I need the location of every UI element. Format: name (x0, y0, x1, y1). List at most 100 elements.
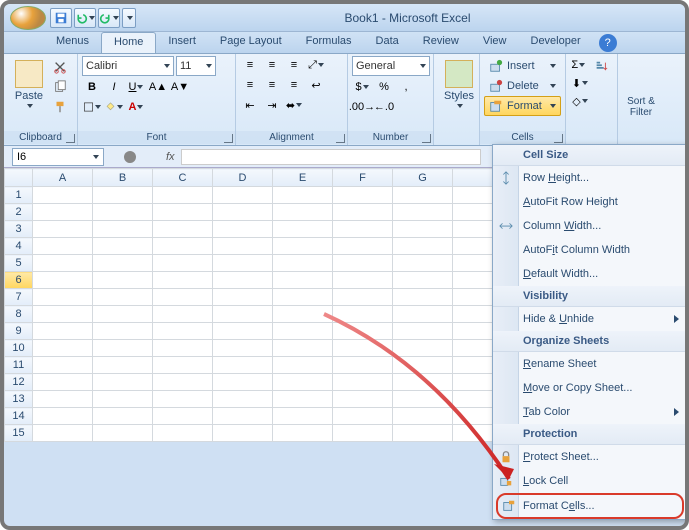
menu-protect-sheet[interactable]: Protect Sheet... (493, 445, 687, 469)
row-header[interactable]: 12 (5, 374, 33, 391)
cell[interactable] (393, 272, 453, 289)
help-icon[interactable]: ? (599, 34, 617, 52)
cell[interactable] (33, 391, 93, 408)
menu-column-width[interactable]: Column Width... (493, 214, 687, 238)
copy-button[interactable] (50, 78, 70, 96)
cell[interactable] (153, 306, 213, 323)
menu-autofit-row[interactable]: AutoFit Row Height (493, 190, 687, 214)
cell[interactable] (33, 255, 93, 272)
cell[interactable] (273, 340, 333, 357)
menu-row-height[interactable]: Row Height... (493, 166, 687, 190)
cell[interactable] (93, 408, 153, 425)
name-box[interactable]: I6 (12, 148, 104, 166)
cell[interactable] (153, 238, 213, 255)
col-header[interactable]: C (153, 169, 213, 187)
underline-button[interactable]: U (126, 78, 146, 96)
office-button[interactable] (10, 6, 46, 30)
merge-button[interactable]: ⬌ (284, 96, 304, 114)
cell[interactable] (213, 374, 273, 391)
row-header[interactable]: 3 (5, 221, 33, 238)
cell[interactable] (153, 289, 213, 306)
menu-format-cells[interactable]: Format Cells... (496, 494, 684, 518)
sort-filter-button[interactable] (589, 56, 613, 74)
cell[interactable] (333, 408, 393, 425)
cell[interactable] (393, 289, 453, 306)
cell[interactable] (93, 289, 153, 306)
cell[interactable] (393, 374, 453, 391)
row-header[interactable]: 11 (5, 357, 33, 374)
cell[interactable] (93, 204, 153, 221)
cell[interactable] (273, 408, 333, 425)
wrap-text-button[interactable]: ↩ (306, 76, 326, 94)
cell[interactable] (33, 272, 93, 289)
cell[interactable] (153, 272, 213, 289)
cell[interactable] (213, 306, 273, 323)
cell[interactable] (333, 323, 393, 340)
cell[interactable] (333, 357, 393, 374)
decrease-font-button[interactable]: A▼ (170, 78, 190, 96)
cell[interactable] (153, 374, 213, 391)
cell[interactable] (393, 204, 453, 221)
cell[interactable] (213, 238, 273, 255)
border-button[interactable] (82, 98, 102, 116)
cell[interactable] (93, 323, 153, 340)
cell[interactable] (153, 204, 213, 221)
cell[interactable] (93, 272, 153, 289)
delete-button[interactable]: Delete (484, 76, 561, 96)
menu-rename-sheet[interactable]: Rename Sheet (493, 352, 687, 376)
italic-button[interactable]: I (104, 78, 124, 96)
cell[interactable] (153, 408, 213, 425)
qat-customize-button[interactable] (122, 8, 136, 28)
cell[interactable] (93, 238, 153, 255)
cell[interactable] (273, 374, 333, 391)
row-header[interactable]: 14 (5, 408, 33, 425)
cell[interactable] (333, 340, 393, 357)
cell[interactable] (33, 425, 93, 442)
cell[interactable] (273, 204, 333, 221)
cell[interactable] (333, 187, 393, 204)
row-header[interactable]: 10 (5, 340, 33, 357)
fill-color-button[interactable] (104, 98, 124, 116)
cell[interactable] (213, 204, 273, 221)
font-family-combo[interactable]: Calibri (82, 56, 174, 76)
cell[interactable] (93, 425, 153, 442)
cell[interactable] (153, 357, 213, 374)
cell[interactable] (393, 306, 453, 323)
cell[interactable] (213, 340, 273, 357)
col-header[interactable]: F (333, 169, 393, 187)
paste-button[interactable]: Paste (8, 56, 50, 116)
cancel-icon[interactable] (124, 151, 136, 163)
cell[interactable] (213, 357, 273, 374)
increase-decimal-button[interactable]: .00→ (352, 98, 372, 116)
cell[interactable] (393, 340, 453, 357)
cell[interactable] (333, 221, 393, 238)
cell[interactable] (273, 357, 333, 374)
cell[interactable] (333, 306, 393, 323)
menu-hide-unhide[interactable]: Hide & Unhide (493, 307, 687, 331)
cell[interactable] (333, 204, 393, 221)
cell[interactable] (333, 374, 393, 391)
cell[interactable] (153, 187, 213, 204)
tab-formulas[interactable]: Formulas (294, 32, 364, 53)
row-header[interactable]: 4 (5, 238, 33, 255)
menu-autofit-col[interactable]: AutoFit Column Width (493, 238, 687, 262)
row-header[interactable]: 15 (5, 425, 33, 442)
cell[interactable] (273, 272, 333, 289)
cell[interactable] (273, 306, 333, 323)
cell[interactable] (93, 357, 153, 374)
tab-page-layout[interactable]: Page Layout (208, 32, 294, 53)
decrease-decimal-button[interactable]: ←.0 (374, 98, 394, 116)
tab-data[interactable]: Data (364, 32, 411, 53)
cell[interactable] (33, 408, 93, 425)
styles-button[interactable]: Styles (438, 56, 480, 108)
cell[interactable] (93, 374, 153, 391)
cell[interactable] (273, 425, 333, 442)
cell[interactable] (273, 289, 333, 306)
cell[interactable] (33, 357, 93, 374)
cell[interactable] (213, 323, 273, 340)
comma-button[interactable]: , (396, 78, 416, 96)
col-header[interactable]: A (33, 169, 93, 187)
cell[interactable] (93, 221, 153, 238)
format-painter-button[interactable] (50, 98, 70, 116)
row-header[interactable]: 2 (5, 204, 33, 221)
